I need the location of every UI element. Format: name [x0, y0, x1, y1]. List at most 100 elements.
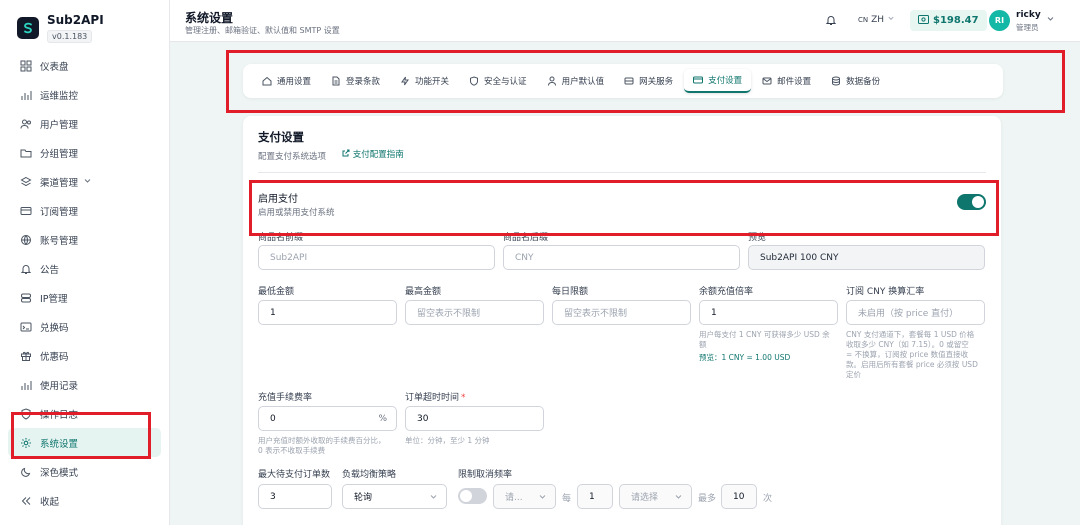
preview-field: Sub2API 100 CNY: [748, 245, 985, 270]
page-subtitle: 管理注册、邮箱验证、默认值和 SMTP 设置: [185, 26, 340, 35]
user-role: 管理员: [1016, 23, 1039, 32]
product-suffix-input[interactable]: CNY: [503, 245, 740, 270]
highlight-box-enable-payment: [249, 180, 999, 236]
external-link-icon: [342, 149, 350, 160]
sidebar-item-ip[interactable]: IP管理: [0, 283, 169, 312]
balance-badge[interactable]: $198.47: [910, 10, 987, 31]
balance-rate-preview: 预览：1 CNY = 1.00 USD: [699, 353, 791, 362]
chevron-down-icon: [887, 14, 895, 25]
card-title: 支付设置: [258, 130, 304, 144]
sub-cny-rate-hint-3: = 不换算，订阅按 price 数值直接收: [846, 350, 969, 359]
balance-rate-input[interactable]: 1: [699, 300, 838, 325]
sidebar-item-coupons[interactable]: 优惠码: [0, 341, 169, 370]
users-icon: [20, 118, 32, 130]
language-flag: CN: [858, 15, 869, 24]
cancel-rate-label: 限制取消频率: [458, 470, 513, 480]
chevrons-left-icon: [20, 495, 32, 507]
language-switcher[interactable]: CN ZH: [858, 14, 895, 25]
sidebar-item-label: 仪表盘: [40, 61, 69, 73]
credit-card-icon: [20, 205, 32, 217]
notification-bell-icon[interactable]: [825, 14, 837, 26]
sidebar-item-channels[interactable]: 渠道管理: [0, 167, 169, 196]
sidebar-item-monitoring[interactable]: 运维监控: [0, 80, 169, 109]
cancel-period-select[interactable]: 请...: [493, 484, 556, 509]
sidebar-item-redeem-codes[interactable]: 兑换码: [0, 312, 169, 341]
sidebar-item-dashboard[interactable]: 仪表盘: [0, 51, 169, 80]
sidebar-item-users[interactable]: 用户管理: [0, 109, 169, 138]
cancel-unit-value: 请选择: [631, 493, 659, 503]
payment-guide-text: 支付配置指南: [352, 150, 404, 160]
user-name[interactable]: ricky: [1016, 10, 1041, 20]
payment-guide-link[interactable]: 支付配置指南: [342, 148, 404, 160]
chevron-down-icon[interactable]: [1046, 14, 1055, 26]
globe-icon: [20, 234, 32, 246]
sidebar-item-groups[interactable]: 分组管理: [0, 138, 169, 167]
page-title: 系统设置: [185, 11, 234, 25]
chart-bar-icon: [20, 89, 32, 101]
sub-cny-rate-hint-5: 定价: [846, 370, 861, 379]
gift-icon: [20, 350, 32, 362]
sidebar-item-label: 优惠码: [40, 351, 69, 363]
app-logo-icon: [17, 17, 39, 39]
sidebar-item-label: 用户管理: [40, 119, 79, 131]
sidebar-item-label: 运维监控: [40, 90, 79, 102]
moon-icon: [20, 466, 32, 478]
balance-rate-hint-line2: 额: [699, 340, 707, 349]
max-pending-label: 最大待支付订单数: [258, 470, 331, 480]
cancel-times-text: 次: [763, 494, 773, 504]
sidebar-item-accounts[interactable]: 账号管理: [0, 225, 169, 254]
fee-rate-input[interactable]: 0 %: [258, 406, 397, 431]
max-pending-input[interactable]: 3: [258, 484, 332, 509]
sidebar-item-collapse[interactable]: 收起: [0, 486, 169, 515]
cancel-rate-toggle[interactable]: [458, 488, 487, 504]
sidebar-item-label: 分组管理: [40, 148, 79, 160]
app-version: v0.1.183: [47, 30, 93, 43]
sub-cny-rate-input[interactable]: 未启用（按 price 直付）: [846, 300, 985, 325]
sidebar-item-label: 渠道管理: [40, 177, 79, 189]
cancel-max-text: 最多: [698, 494, 717, 504]
sub-cny-rate-hint-2: 收取多少 CNY（如 7.15）。0 或留空: [846, 340, 969, 349]
cancel-unit-select[interactable]: 请选择: [619, 484, 692, 509]
cancel-period-value: 请...: [505, 493, 523, 503]
fee-rate-suffix: %: [378, 413, 387, 424]
min-amount-input[interactable]: 1: [258, 300, 397, 325]
dashboard-icon: [20, 60, 32, 72]
cancel-every-input[interactable]: 1: [577, 484, 613, 509]
sidebar-item-label: 账号管理: [40, 235, 79, 247]
lb-strategy-select[interactable]: 轮询: [342, 484, 447, 509]
highlight-box-tabs: [226, 50, 1065, 113]
sidebar-item-subscriptions[interactable]: 订阅管理: [0, 196, 169, 225]
sidebar-item-dark-mode[interactable]: 深色模式: [0, 457, 169, 486]
fee-rate-hint-line1: 用户充值时额外收取的手续费百分比，: [258, 436, 386, 445]
order-timeout-label-text: 订单超时时间: [405, 393, 460, 403]
server-icon: [20, 292, 32, 304]
order-timeout-label: 订单超时时间 *: [405, 390, 466, 403]
daily-limit-input[interactable]: 留空表示不限制: [552, 300, 691, 325]
min-amount-label: 最低金额: [258, 287, 295, 297]
terminal-icon: [20, 321, 32, 333]
sidebar-item-label: 使用记录: [40, 380, 79, 392]
avatar[interactable]: RI: [989, 10, 1010, 31]
sidebar-item-usage-records[interactable]: 使用记录: [0, 370, 169, 399]
sidebar-item-label: 公告: [40, 264, 60, 276]
payment-settings-card: 支付设置 配置支付系统选项 支付配置指南 启用支付 启用或禁用支付系统 商品名前…: [243, 116, 1001, 525]
language-code: ZH: [871, 14, 885, 25]
chevron-down-icon: [429, 492, 438, 501]
chevron-down-icon: [538, 492, 547, 501]
wallet-icon: [918, 14, 929, 27]
chevron-down-icon: [674, 492, 683, 501]
cancel-max-input[interactable]: 10: [721, 484, 757, 509]
card-subtitle: 配置支付系统选项: [258, 152, 327, 162]
product-prefix-input[interactable]: Sub2API: [258, 245, 495, 270]
lb-strategy-value: 轮询: [354, 493, 373, 503]
daily-limit-label: 每日限额: [552, 287, 589, 297]
sidebar-item-announcements[interactable]: 公告: [0, 254, 169, 283]
max-amount-input[interactable]: 留空表示不限制: [405, 300, 544, 325]
top-header: 系统设置 管理注册、邮箱验证、默认值和 SMTP 设置 CN ZH $198.4…: [170, 0, 1080, 42]
order-timeout-input[interactable]: 30: [405, 406, 544, 431]
balance-rate-label: 余额充值倍率: [699, 287, 754, 297]
required-mark: *: [461, 393, 466, 403]
layers-icon: [20, 176, 32, 188]
balance-rate-hint-line1: 用户每支付 1 CNY 可获得多少 USD 余: [699, 330, 830, 339]
fee-rate-label: 充值手续费率: [258, 393, 313, 403]
